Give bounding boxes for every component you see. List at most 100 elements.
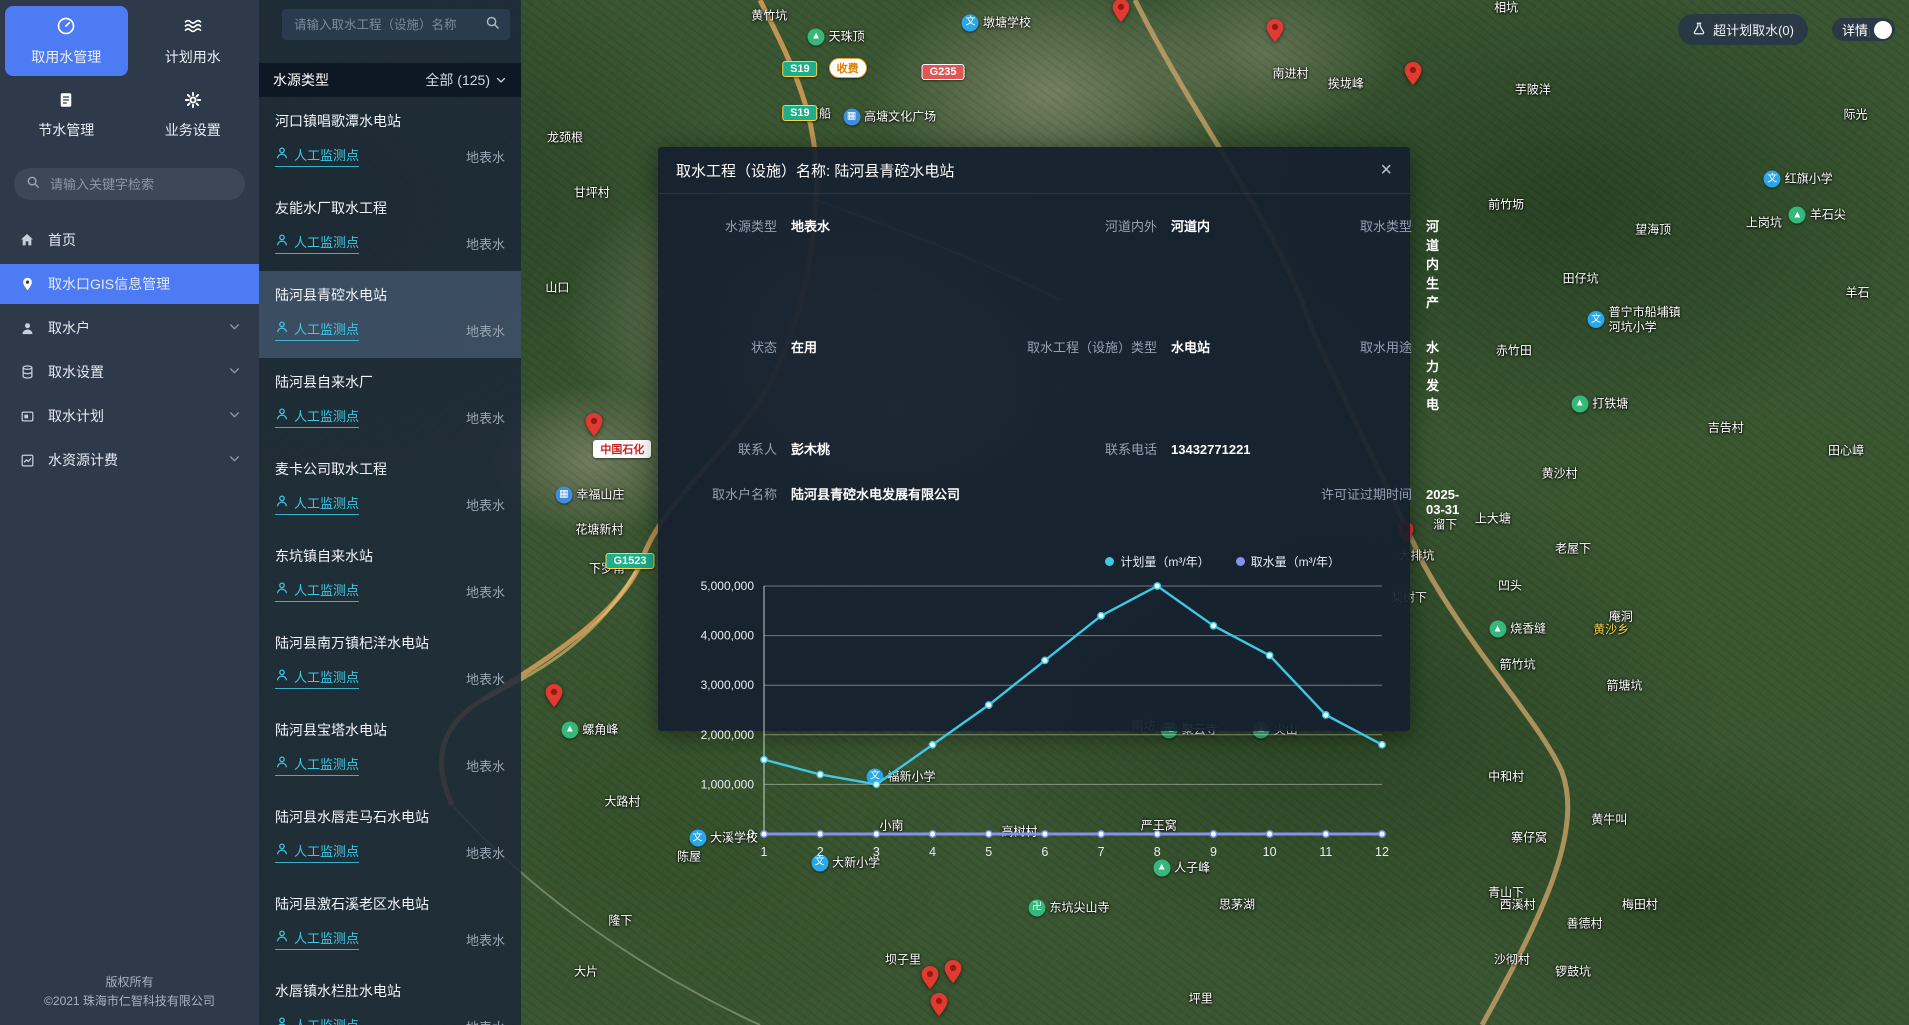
filter-label: 水源类型 bbox=[273, 70, 329, 90]
sidebar-item-取水口GIS信息管理[interactable]: 取水口GIS信息管理 bbox=[0, 264, 259, 304]
svg-text:3,000,000: 3,000,000 bbox=[701, 678, 755, 692]
detail-toggle-label: 详情 bbox=[1842, 20, 1868, 39]
monitor-tag[interactable]: 人工监测点 bbox=[275, 145, 359, 167]
intake-name: 水唇镇水栏肚水电站 bbox=[275, 981, 505, 1001]
person-icon bbox=[275, 146, 289, 163]
map-label: 上大塘 bbox=[1475, 511, 1511, 526]
sidebar-item-水资源计费[interactable]: 水资源计费 bbox=[0, 440, 259, 480]
monitor-tag[interactable]: 人工监测点 bbox=[275, 841, 359, 863]
app-card-业务设置[interactable]: 业务设置 bbox=[132, 80, 255, 150]
temple-icon: 卍 bbox=[1029, 900, 1046, 917]
monitor-tag[interactable]: 人工监测点 bbox=[275, 232, 359, 254]
water-source-label: 地表水 bbox=[466, 582, 505, 601]
modal-title: 取水工程（设施）名称: 陆河县青硿水电站 bbox=[676, 160, 954, 181]
app-root: 黄竹坑▲天珠顶文墩塘学校相坑南进村挨垅峰芋陂洋铁山际光文红旗小学▲羊石尖前竹坜望… bbox=[0, 0, 1909, 1025]
map-pin[interactable] bbox=[1112, 0, 1129, 27]
map-pin[interactable] bbox=[1404, 62, 1421, 90]
intake-search[interactable] bbox=[282, 9, 510, 40]
chevron-down-icon bbox=[228, 320, 241, 336]
monitor-tag[interactable]: 人工监测点 bbox=[275, 580, 359, 602]
gauge-icon bbox=[56, 16, 76, 39]
person-icon bbox=[275, 668, 289, 685]
field-状态: 状态在用 bbox=[672, 337, 972, 413]
water-source-label: 地表水 bbox=[466, 321, 505, 340]
intake-name: 陆河县水唇走马石水电站 bbox=[275, 807, 505, 827]
list-item[interactable]: 水唇镇水栏肚水电站人工监测点地表水 bbox=[259, 967, 521, 1025]
gear-icon bbox=[184, 91, 202, 112]
map-pin[interactable] bbox=[585, 413, 602, 441]
legend-item[interactable]: 计划量（m³/年） bbox=[1105, 553, 1209, 570]
road-badge: S19 bbox=[782, 61, 818, 77]
map-label: 黄沙乡 bbox=[1593, 623, 1629, 638]
map-pin[interactable] bbox=[1267, 19, 1284, 47]
svg-text:3: 3 bbox=[873, 845, 880, 859]
list-item[interactable]: 友能水厂取水工程人工监测点地表水 bbox=[259, 184, 521, 271]
map-label: 田仔坑 bbox=[1563, 271, 1599, 286]
flask-icon bbox=[1692, 21, 1706, 39]
map-pin[interactable] bbox=[944, 960, 961, 988]
billing-icon bbox=[18, 453, 36, 468]
sidebar-item-取水设置[interactable]: 取水设置 bbox=[0, 352, 259, 392]
map-label: 龙颈根 bbox=[547, 131, 583, 146]
intake-search-input[interactable] bbox=[292, 17, 479, 33]
monitor-tag[interactable]: 人工监测点 bbox=[275, 928, 359, 950]
map-label: 西溪村 bbox=[1500, 898, 1536, 913]
list-item[interactable]: 河口镇唱歌潭水电站人工监测点地表水 bbox=[259, 97, 521, 184]
app-card-节水管理[interactable]: 节水管理 bbox=[5, 80, 128, 150]
list-item[interactable]: 陆河县宝塔水电站人工监测点地表水 bbox=[259, 706, 521, 793]
monitor-tag[interactable]: 人工监测点 bbox=[275, 319, 359, 341]
monitor-tag[interactable]: 人工监测点 bbox=[275, 493, 359, 515]
legend-item[interactable]: 取水量（m³/年） bbox=[1236, 553, 1340, 570]
location-pin-icon bbox=[18, 276, 36, 292]
map-label: 凹头 bbox=[1498, 579, 1522, 594]
list-item[interactable]: 东坑镇自来水站人工监测点地表水 bbox=[259, 532, 521, 619]
filter-value: 全部 (125) bbox=[425, 70, 490, 90]
map-pin[interactable] bbox=[931, 993, 948, 1021]
over-plan-button[interactable]: 超计划取水(0) bbox=[1678, 14, 1808, 45]
sidebar-search-input[interactable] bbox=[48, 176, 233, 193]
chevron-down-icon bbox=[495, 74, 507, 86]
source-type-filter[interactable]: 水源类型 全部 (125) bbox=[259, 63, 521, 97]
peak-icon: ▲ bbox=[1489, 621, 1506, 638]
map-label: 锣鼓坑 bbox=[1555, 964, 1591, 979]
person-icon bbox=[275, 407, 289, 424]
close-icon[interactable]: × bbox=[1380, 160, 1392, 180]
svg-text:9: 9 bbox=[1210, 845, 1217, 859]
monitor-tag[interactable]: 人工监测点 bbox=[275, 754, 359, 776]
sidebar-item-取水计划[interactable]: 取水计划 bbox=[0, 396, 259, 436]
svg-text:6: 6 bbox=[1041, 845, 1048, 859]
sidebar-search[interactable] bbox=[14, 168, 245, 200]
list-item[interactable]: 陆河县水唇走马石水电站人工监测点地表水 bbox=[259, 793, 521, 880]
search-icon[interactable] bbox=[485, 15, 500, 35]
app-card-计划用水[interactable]: 计划用水 bbox=[132, 6, 255, 76]
map-label: 际光 bbox=[1844, 107, 1868, 122]
monitor-tag[interactable]: 人工监测点 bbox=[275, 1015, 359, 1025]
list-item[interactable]: 陆河县青硿水电站人工监测点地表水 bbox=[259, 271, 521, 358]
map-label: 羊石 bbox=[1845, 286, 1869, 301]
map-pin[interactable] bbox=[921, 966, 938, 994]
svg-text:1,000,000: 1,000,000 bbox=[701, 777, 755, 791]
list-item[interactable]: 陆河县南万镇杞洋水电站人工监测点地表水 bbox=[259, 619, 521, 706]
list-item[interactable]: 麦卡公司取水工程人工监测点地表水 bbox=[259, 445, 521, 532]
map-label: 坝子里 bbox=[885, 953, 921, 968]
map-label: 黄沙村 bbox=[1542, 466, 1578, 481]
sidebar-item-首页[interactable]: 首页 bbox=[0, 220, 259, 260]
person-icon bbox=[275, 494, 289, 511]
app-card-取用水管理[interactable]: 取用水管理 bbox=[5, 6, 128, 76]
sidebar-footer: 版权所有 ©2021 珠海市仁智科技有限公司 bbox=[0, 963, 259, 1025]
list-item[interactable]: 陆河县自来水厂人工监测点地表水 bbox=[259, 358, 521, 445]
field-取水户名称: 取水户名称陆河县青硿水电发展有限公司 bbox=[672, 484, 1292, 517]
person-icon bbox=[275, 929, 289, 946]
map-pin[interactable] bbox=[545, 684, 562, 712]
map-label: 箭竹坑 bbox=[1500, 658, 1536, 673]
list-item[interactable]: 陆河县激石溪老区水电站人工监测点地表水 bbox=[259, 880, 521, 967]
monitor-tag[interactable]: 人工监测点 bbox=[275, 667, 359, 689]
map-label: 文普宁市船埔镇 河坑小学 bbox=[1588, 305, 1681, 335]
database-icon bbox=[18, 364, 36, 380]
chevron-down-icon bbox=[228, 452, 241, 468]
user-icon bbox=[18, 321, 36, 336]
monitor-tag[interactable]: 人工监测点 bbox=[275, 406, 359, 428]
detail-toggle[interactable]: 详情 bbox=[1832, 18, 1895, 41]
sidebar-item-取水户[interactable]: 取水户 bbox=[0, 308, 259, 348]
map-label: 前竹坜 bbox=[1488, 198, 1524, 213]
